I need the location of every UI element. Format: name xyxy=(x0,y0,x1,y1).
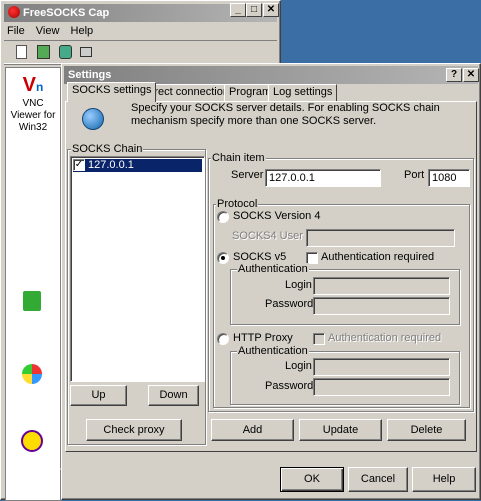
app-icon xyxy=(8,6,20,18)
settings-title: Settings xyxy=(68,69,112,81)
chain-list-item[interactable]: ✓ 127.0.0.1 xyxy=(73,159,202,172)
socks5-login-input[interactable] xyxy=(313,277,450,295)
add-icon[interactable] xyxy=(37,45,50,59)
network-globe-icon xyxy=(82,108,104,130)
menu-file[interactable]: File xyxy=(7,25,25,37)
menubar: File View Help xyxy=(7,24,93,39)
close-title-button[interactable]: ✕ xyxy=(463,68,479,82)
protocol-label: Protocol xyxy=(216,198,259,210)
socks4-radio[interactable] xyxy=(217,211,229,223)
socks-chain-label: SOCKS Chain xyxy=(71,143,144,155)
settings-icon[interactable] xyxy=(59,45,72,59)
run-icon[interactable] xyxy=(80,47,92,57)
vnc-label: VNC Viewer for Win32 xyxy=(10,98,56,133)
http-login-input[interactable] xyxy=(313,358,450,376)
socks-description: Specify your SOCKS server details. For e… xyxy=(131,102,440,127)
toolbar xyxy=(4,40,277,64)
down-button[interactable]: Down xyxy=(148,385,199,406)
chain-item-label: Chain item xyxy=(211,152,266,164)
ok-button[interactable]: OK xyxy=(280,467,344,492)
socks5-login-label: Login xyxy=(285,279,312,291)
freecap-icon xyxy=(22,364,42,384)
socks4-label[interactable]: SOCKS Version 4 xyxy=(233,210,320,223)
add-button[interactable]: Add xyxy=(211,419,294,441)
close-button[interactable]: ✕ xyxy=(263,3,279,17)
yahoo-messenger-label: Yahoo! Messenger xyxy=(12,455,62,477)
http-password-input[interactable] xyxy=(313,378,450,396)
delete-button[interactable]: Delete xyxy=(387,419,466,441)
tab-socks-settings[interactable]: SOCKS settings xyxy=(67,82,157,102)
help-title-button[interactable]: ? xyxy=(446,68,462,82)
socks4-userid-input[interactable] xyxy=(306,229,455,247)
socks5-radio[interactable] xyxy=(217,252,229,264)
socks-chain-list[interactable]: ✓ 127.0.0.1 xyxy=(70,156,205,382)
help-button[interactable]: Help xyxy=(412,467,476,492)
update-button[interactable]: Update xyxy=(299,419,382,441)
http-password-label: Password xyxy=(265,380,314,392)
http-login-label: Login xyxy=(285,360,312,372)
menu-view[interactable]: View xyxy=(36,25,60,37)
socks5-password-input[interactable] xyxy=(313,297,450,315)
window-title: FreeSOCKS Cap xyxy=(23,7,110,19)
cancel-button[interactable]: Cancel xyxy=(348,467,408,492)
socks4-userid-label: SOCKS4 User ID xyxy=(232,230,317,242)
maximize-button[interactable]: □ xyxy=(246,3,262,17)
socks5-auth-group-label: Authentication xyxy=(237,263,309,275)
vnc-icon: Vn xyxy=(22,74,44,96)
http-auth-checkbox[interactable] xyxy=(313,333,325,345)
port-input[interactable]: 1080 xyxy=(428,169,470,187)
port-label: Port xyxy=(404,169,425,181)
tab-log-settings[interactable]: Log settings xyxy=(268,84,338,101)
socks5-password-label: Password xyxy=(265,298,314,310)
new-icon[interactable] xyxy=(16,45,27,59)
minimize-button[interactable]: _ xyxy=(230,3,246,17)
chain-item-checkbox[interactable]: ✓ xyxy=(73,159,85,171)
up-button[interactable]: Up xyxy=(70,385,127,406)
http-auth-group-label: Authentication xyxy=(237,345,309,357)
menu-help[interactable]: Help xyxy=(71,25,94,37)
chain-item-text: 127.0.0.1 xyxy=(88,159,134,171)
http-proxy-label[interactable]: HTTP Proxy xyxy=(233,332,293,345)
http-proxy-radio[interactable] xyxy=(217,333,229,345)
yahoo-messenger-icon xyxy=(21,430,43,452)
hopster-icon xyxy=(22,290,42,312)
http-auth-label: Authentication required xyxy=(328,332,442,344)
server-label: Server xyxy=(231,169,264,181)
server-input[interactable]: 127.0.0.1 xyxy=(265,169,381,187)
check-proxy-button[interactable]: Check proxy xyxy=(86,419,182,441)
socks5-auth-label[interactable]: Authentication required xyxy=(321,251,434,264)
